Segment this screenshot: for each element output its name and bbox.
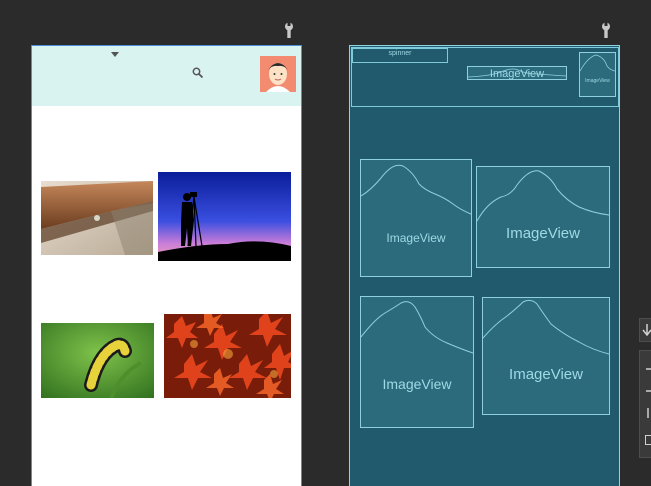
photographer-silhouette-photo [158, 172, 291, 261]
dash-icon[interactable] [646, 363, 651, 375]
search-icon[interactable] [192, 67, 203, 78]
palette-toggle[interactable] [639, 318, 651, 342]
wrench-icon[interactable] [599, 22, 613, 38]
spinner-outline[interactable]: spinner [352, 48, 448, 63]
spinner-label: spinner [388, 50, 412, 57]
caterpillar-photo [41, 323, 154, 398]
toolbar [32, 46, 301, 106]
dash-icon[interactable] [646, 385, 651, 397]
wood-railing-photo [41, 181, 153, 255]
imageview-label: ImageView [489, 68, 545, 80]
imageview-outline-4[interactable]: ImageView [482, 297, 610, 415]
mountain-icon [361, 164, 471, 215]
mountain-icon [580, 54, 615, 72]
imageview-label: ImageView [386, 231, 446, 245]
arrow-down-icon [642, 324, 651, 336]
avatar-icon[interactable] [260, 56, 296, 92]
imageview-label: ImageView [509, 366, 583, 383]
mountain-icon [477, 170, 609, 222]
imageview-outline-2[interactable]: ImageView [476, 166, 610, 268]
imageview-outline-3[interactable]: ImageView [360, 296, 474, 428]
mountain-icon [361, 301, 473, 354]
palette-panel [639, 350, 651, 458]
imageview-label: ImageView [585, 78, 610, 84]
blueprint-frame[interactable]: spinner ImageView ImageView ImageView Im… [349, 45, 620, 486]
red-maple-leaves-photo [164, 314, 291, 398]
mountain-icon [483, 299, 609, 355]
avatar-imageview-outline[interactable]: ImageView [579, 52, 616, 97]
design-preview-frame[interactable] [31, 45, 302, 486]
screenshot-icon[interactable] [645, 435, 651, 445]
imageview-label: ImageView [382, 376, 452, 392]
wrench-icon[interactable] [282, 22, 296, 38]
caret-down-icon[interactable] [111, 52, 119, 57]
one-to-one-icon[interactable] [646, 407, 651, 419]
imageview-outline-1[interactable]: ImageView [360, 159, 472, 277]
search-imageview-outline[interactable]: ImageView [467, 66, 567, 80]
imageview-label: ImageView [506, 225, 580, 242]
